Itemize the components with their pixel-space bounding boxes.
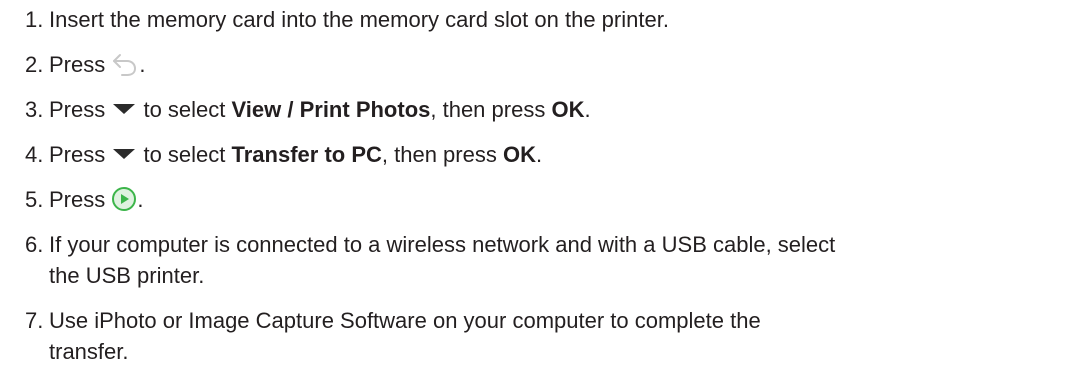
step-4: 4. Press to select Transfer to PC, then … [25, 139, 1075, 170]
step-number: 3. [25, 97, 44, 122]
step-text-end: . [139, 52, 146, 77]
step-text: Press [49, 97, 112, 122]
step-text-end: . [535, 142, 543, 167]
step-text: Press [49, 187, 112, 212]
step-text-end: . [584, 97, 591, 122]
step-number: 7. [25, 308, 44, 333]
step-number: 4. [25, 142, 44, 167]
menu-option: Transfer to PC [231, 142, 382, 167]
step-6: 6. If your computer is connected to a wi… [25, 229, 1075, 291]
play-circle-icon [111, 186, 137, 212]
step-2: 2. Press . [25, 49, 1075, 80]
step-text-line: If your computer is connected to a wirel… [49, 232, 836, 257]
step-text: Insert the memory card into the memory c… [49, 7, 669, 32]
step-3: 3. Press to select View / Print Photos, … [25, 94, 1075, 125]
step-text-end: . [137, 187, 144, 212]
step-text-line: Use iPhoto or Image Capture Software on … [49, 308, 761, 333]
ok-label: OK [551, 97, 585, 122]
step-number: 6. [25, 232, 44, 257]
step-5: 5. Press . [25, 184, 1075, 215]
ok-label: OK [502, 142, 536, 167]
step-number: 5. [25, 187, 44, 212]
step-number: 1. [25, 7, 44, 32]
step-text-line: the USB printer. [49, 263, 205, 288]
step-text-mid: to select [137, 142, 232, 167]
step-text-mid: to select [137, 97, 232, 122]
step-text-mid: , then press [430, 97, 552, 122]
down-triangle-icon [111, 146, 137, 162]
step-text: Press [49, 52, 112, 77]
step-text-line: transfer. [49, 339, 129, 364]
down-triangle-icon [111, 101, 137, 117]
step-1: 1. Insert the memory card into the memor… [25, 4, 1075, 35]
step-number: 2. [25, 52, 44, 77]
menu-option: View / Print Photos [231, 97, 431, 122]
step-text: Press [49, 142, 112, 167]
step-text-mid: , then press [381, 142, 503, 167]
back-arrow-icon [111, 51, 139, 77]
step-7: 7. Use iPhoto or Image Capture Software … [25, 305, 1075, 367]
